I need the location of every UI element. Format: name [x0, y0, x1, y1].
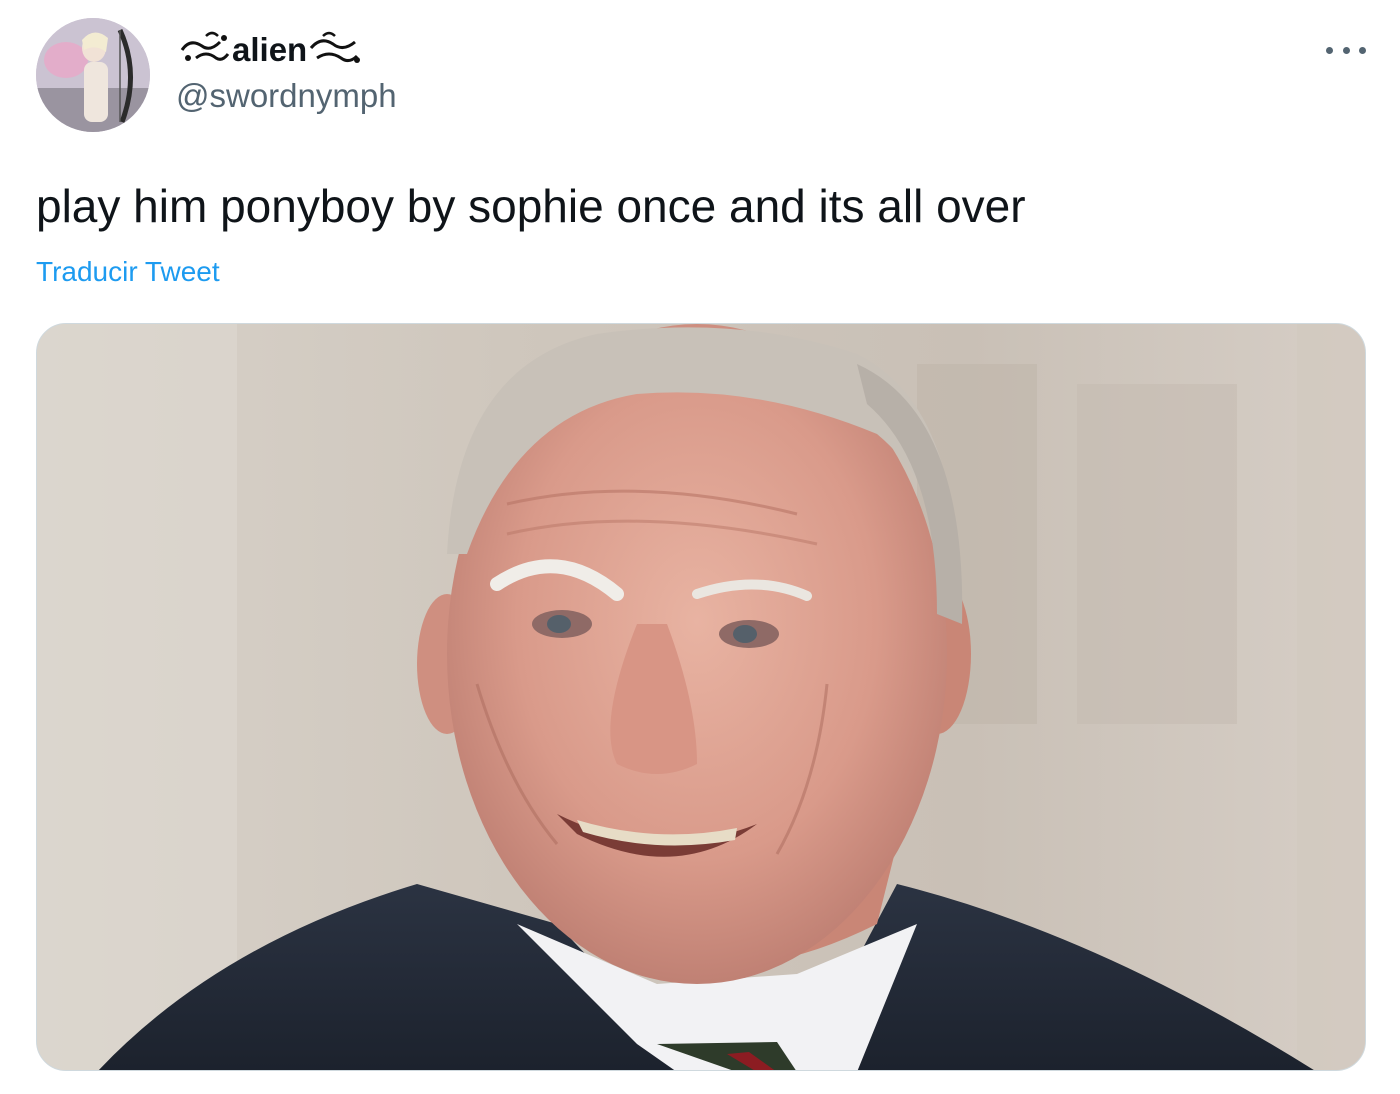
more-dot — [1359, 46, 1366, 54]
ornament-left-icon — [176, 28, 232, 72]
display-name[interactable]: alien — [176, 26, 397, 74]
avatar[interactable] — [36, 18, 150, 132]
translate-tweet-link[interactable]: Traducir Tweet — [36, 252, 220, 292]
author-names[interactable]: alien @swordnymph — [176, 26, 397, 118]
handle[interactable]: @swordnymph — [176, 74, 397, 118]
display-name-text: alien — [232, 31, 308, 68]
more-options-icon[interactable] — [1326, 38, 1366, 62]
tweet-text: play him ponyboy by sophie once and its … — [36, 180, 1026, 232]
ornament-right-icon — [307, 28, 363, 72]
tweet-photo[interactable] — [36, 323, 1366, 1071]
more-dot — [1326, 46, 1333, 54]
more-dot — [1342, 46, 1350, 54]
tweet[interactable]: alien @swordnymph play him ponyboy by so… — [0, 0, 1400, 1094]
